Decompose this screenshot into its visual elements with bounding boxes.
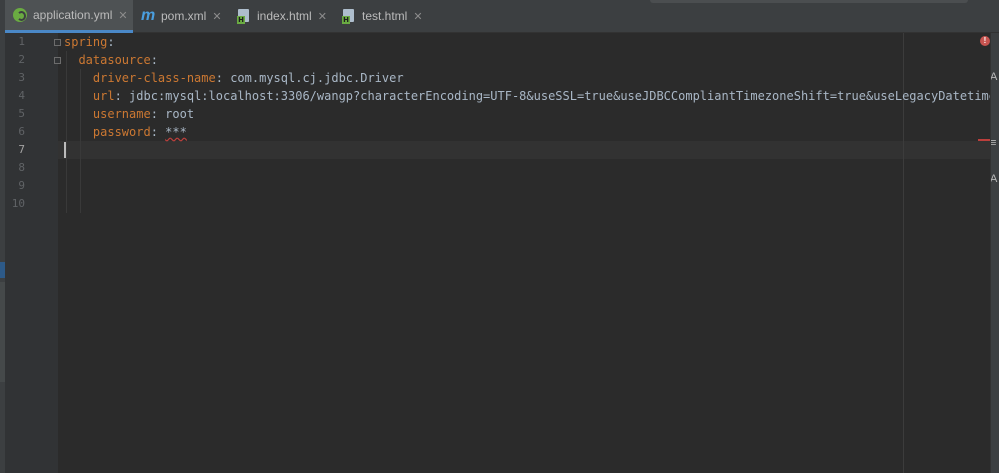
tool-window-button[interactable]: A (991, 173, 999, 185)
close-icon[interactable]: ✕ (212, 10, 221, 23)
right-tool-window-strip: A ≡ A (990, 33, 999, 473)
line-number: 2 (18, 53, 25, 66)
code-line-2: datasource: (64, 51, 158, 69)
line-number: 10 (11, 197, 25, 210)
line-number: 6 (18, 125, 25, 138)
tab-label: index.html (257, 9, 312, 23)
line-number: 4 (18, 89, 25, 102)
yaml-key: url (92, 89, 115, 103)
line-number: 3 (18, 71, 25, 84)
line-number: 9 (18, 179, 25, 192)
window-top-handle (650, 0, 968, 3)
line-number: 1 (18, 35, 25, 48)
yaml-value-error: *** (165, 125, 187, 139)
tab-pom-xml[interactable]: m pom.xml ✕ (133, 0, 229, 32)
yaml-colon: : (150, 107, 158, 121)
fold-marker-spring[interactable] (54, 39, 61, 46)
editor-tab-bar: application.yml ✕ m pom.xml ✕ H index.ht… (5, 0, 999, 33)
code-editor[interactable]: 1 2 3 4 5 6 7 8 9 10 spring: datasource:… (5, 33, 999, 473)
close-icon[interactable]: ✕ (118, 9, 127, 22)
yaml-key: spring (64, 35, 108, 49)
line-number-current: 7 (18, 143, 25, 156)
yaml-value: root (157, 107, 195, 121)
spring-leaf-icon (13, 8, 27, 22)
tab-test-html[interactable]: H test.html ✕ (334, 0, 434, 32)
yaml-colon: : (107, 35, 115, 49)
yaml-colon: : (215, 71, 223, 85)
tool-window-button[interactable]: ≡ (991, 137, 999, 149)
yaml-key: datasource (78, 53, 151, 67)
html-file-icon: H (342, 9, 356, 24)
line-number: 8 (18, 161, 25, 174)
yaml-key: password (92, 125, 151, 139)
text-caret (64, 142, 66, 158)
tool-window-button[interactable]: A (991, 71, 999, 83)
error-indicator-icon[interactable]: ! (980, 36, 990, 46)
code-line-3: driver-class-name: com.mysql.cj.jdbc.Dri… (64, 69, 404, 87)
tab-index-html[interactable]: H index.html ✕ (229, 0, 334, 32)
html-file-icon: H (237, 9, 251, 24)
yaml-key: username (92, 107, 151, 121)
code-line-5: username: root (64, 105, 194, 123)
yaml-colon: : (150, 125, 158, 139)
yaml-value: jdbc:mysql:localhost:3306/wangp?characte… (121, 89, 994, 103)
yaml-colon: : (114, 89, 122, 103)
close-icon[interactable]: ✕ (413, 10, 422, 23)
yaml-key: driver-class-name (92, 71, 216, 85)
line-number: 5 (18, 107, 25, 120)
yaml-colon: : (150, 53, 158, 67)
fold-marker-datasource[interactable] (54, 57, 61, 64)
tab-application-yml[interactable]: application.yml ✕ (5, 0, 133, 33)
code-line-6: password: *** (64, 123, 187, 141)
close-icon[interactable]: ✕ (318, 10, 327, 23)
yaml-value: com.mysql.cj.jdbc.Driver (222, 71, 404, 85)
code-line-4: url: jdbc:mysql:localhost:3306/wangp?cha… (64, 87, 994, 105)
line-number-gutter[interactable]: 1 2 3 4 5 6 7 8 9 10 (5, 33, 58, 473)
tab-label: application.yml (33, 8, 113, 22)
current-line-highlight (58, 141, 993, 159)
maven-icon: m (141, 7, 156, 24)
code-line-1: spring: (64, 33, 115, 51)
tab-label: pom.xml (161, 9, 207, 23)
tab-label: test.html (362, 9, 408, 23)
